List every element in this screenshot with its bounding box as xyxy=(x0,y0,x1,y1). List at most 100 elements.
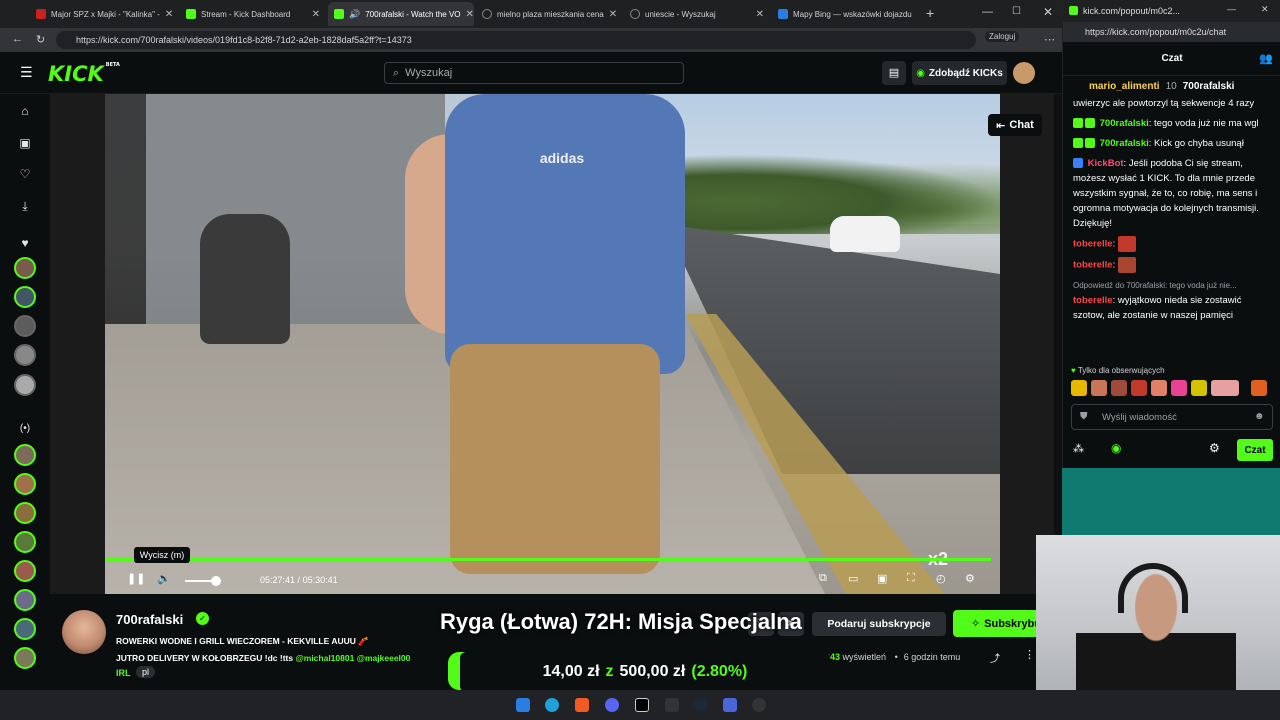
category-tag[interactable]: IRL xyxy=(116,668,131,678)
tab-dashboard[interactable]: Stream - Kick Dashboard ✕ xyxy=(180,2,326,26)
channel-avatar[interactable] xyxy=(14,344,36,366)
channel-avatar[interactable] xyxy=(14,315,36,337)
progress-bar[interactable] xyxy=(105,558,992,561)
library-icon[interactable]: ▤ xyxy=(882,61,906,85)
close-icon[interactable]: ✕ xyxy=(312,9,320,20)
chat-message-input[interactable]: ⛊ Wyślij wiadomość ☻ xyxy=(1071,404,1273,430)
emote-icon[interactable] xyxy=(1191,380,1207,396)
minimize-button[interactable]: — xyxy=(1227,4,1236,14)
top-gifter-1[interactable]: mario_alimenti xyxy=(1089,81,1160,92)
refresh-icon[interactable]: ↻ xyxy=(36,33,45,46)
clip-icon[interactable]: ⧉ xyxy=(819,572,827,585)
emote-icon[interactable] xyxy=(1091,380,1107,396)
chat-username[interactable]: toberelle xyxy=(1073,239,1113,250)
settings-gear-icon[interactable]: ⚙ xyxy=(965,572,975,585)
close-icon[interactable]: ✕ xyxy=(756,9,764,20)
app-icon[interactable] xyxy=(723,698,737,712)
login-button[interactable]: Zaloguj xyxy=(985,31,1020,42)
close-icon[interactable]: ✕ xyxy=(165,9,173,20)
kick-coin-icon[interactable]: ◉ xyxy=(1111,441,1121,455)
volume-knob[interactable] xyxy=(210,576,221,586)
emote-icon[interactable] xyxy=(1151,380,1167,396)
following-icon[interactable]: ♡ xyxy=(16,165,34,183)
new-tab-button[interactable]: + xyxy=(926,5,934,21)
download-icon[interactable]: ⤓ xyxy=(16,197,34,215)
emote-icon[interactable] xyxy=(1131,380,1147,396)
url-field[interactable]: https://kick.com/700rafalski/videos/019f… xyxy=(56,31,976,49)
channel-avatar[interactable] xyxy=(14,589,36,611)
window-close-button[interactable]: ✕ xyxy=(1043,5,1053,19)
brave-icon[interactable] xyxy=(575,698,589,712)
app-icon[interactable] xyxy=(752,698,766,712)
channel-avatar[interactable] xyxy=(14,374,36,396)
live-icon[interactable]: (•) xyxy=(16,420,34,438)
tab-search-uniescie[interactable]: uniescie - Wyszukaj ✕ xyxy=(624,2,770,26)
minimize-button[interactable]: — xyxy=(982,6,993,18)
top-gifter-2[interactable]: 700rafalski xyxy=(1183,81,1235,92)
tab-youtube[interactable]: Major SPZ x Majki - "Kalinka" - ✕ xyxy=(30,2,176,26)
emoji-icon[interactable]: ☻ xyxy=(1254,411,1265,422)
kick-logo[interactable]: KICK BETA xyxy=(48,62,120,86)
channel-avatar[interactable] xyxy=(14,286,36,308)
chat-username[interactable]: KickBot xyxy=(1088,158,1124,169)
settings-gear-icon[interactable]: ⚙ xyxy=(1209,441,1220,455)
obs-icon[interactable] xyxy=(635,698,649,712)
emote-icon[interactable] xyxy=(1251,380,1267,396)
volume-icon[interactable]: 🔈 xyxy=(157,572,171,585)
chat-username[interactable]: 700rafalski xyxy=(1100,118,1149,129)
language-tag[interactable]: pl xyxy=(136,666,156,678)
fullscreen-icon[interactable]: ⛶ xyxy=(907,572,915,585)
channel-avatar[interactable] xyxy=(14,647,36,669)
back-icon[interactable]: ← xyxy=(12,33,23,45)
channel-avatar[interactable] xyxy=(14,531,36,553)
channel-avatar[interactable] xyxy=(14,473,36,495)
maximize-button[interactable]: ☐ xyxy=(1012,6,1021,17)
tab-bing-maps[interactable]: Mapy Bing — wskazówki dojazdu ✕ xyxy=(772,2,918,26)
gift-subs-button[interactable]: Podaruj subskrypcje xyxy=(812,612,946,636)
get-kicks-button[interactable]: ◉ Zdobądź KICKs xyxy=(912,61,1007,85)
close-icon[interactable]: ✕ xyxy=(609,9,617,20)
channel-avatar[interactable] xyxy=(14,618,36,640)
browse-icon[interactable]: ▣ xyxy=(16,134,34,152)
kicks-icon[interactable]: ⁂ xyxy=(1073,442,1084,455)
emote-icon[interactable] xyxy=(1211,380,1239,396)
chat-toggle-button[interactable]: ⇤ Chat xyxy=(988,114,1042,136)
speaker-icon[interactable]: 🔊 xyxy=(349,9,360,20)
window-close-button[interactable]: ✕ xyxy=(1261,4,1269,15)
chat-url-bar[interactable]: https://kick.com/popout/m0c2u/chat xyxy=(1063,22,1280,42)
heart-icon[interactable]: ♥ xyxy=(16,234,34,252)
chat-username[interactable]: toberelle xyxy=(1073,260,1113,271)
edge-icon[interactable] xyxy=(545,698,559,712)
user-avatar[interactable] xyxy=(1013,62,1035,84)
home-icon[interactable]: ⌂ xyxy=(16,102,34,120)
discord-icon[interactable] xyxy=(605,698,619,712)
theater-mode-icon[interactable]: ▭ xyxy=(848,572,858,585)
playback-speed-icon[interactable]: ◴ xyxy=(936,572,946,585)
steam-icon[interactable] xyxy=(694,698,708,712)
mini-player-icon[interactable]: ▣ xyxy=(877,572,887,585)
epic-games-icon[interactable] xyxy=(665,698,679,712)
chat-username[interactable]: 700rafalski xyxy=(1100,138,1149,149)
streamer-avatar[interactable] xyxy=(62,610,106,654)
emote-icon[interactable] xyxy=(1071,380,1087,396)
tab-watch[interactable]: 🔊 700rafalski - Watch the VO ✕ xyxy=(328,2,474,26)
emote-icon[interactable] xyxy=(1171,380,1187,396)
tab-search-mielno[interactable]: mielno plaza mieszkania cena ✕ xyxy=(476,2,622,26)
send-chat-button[interactable]: Czat xyxy=(1237,439,1273,461)
channel-avatar[interactable] xyxy=(14,502,36,524)
more-options-icon[interactable]: ⋮ xyxy=(1024,648,1035,661)
channel-avatar[interactable] xyxy=(14,257,36,279)
streamer-name[interactable]: 700rafalski xyxy=(116,612,183,627)
chat-username[interactable]: toberelle xyxy=(1073,295,1113,306)
menu-dots-icon[interactable]: ⋯ xyxy=(1044,33,1055,46)
channel-avatar[interactable] xyxy=(14,560,36,582)
users-icon[interactable]: 👥 xyxy=(1259,42,1273,76)
windows-start-icon[interactable] xyxy=(516,698,530,712)
channel-avatar[interactable] xyxy=(14,444,36,466)
hamburger-icon[interactable]: ☰ xyxy=(20,64,33,81)
search-input[interactable]: ⌕ Wyszukaj xyxy=(384,62,684,84)
video-player[interactable]: adidas ⇤ Chat x2 Wycisz (m) ❚❚ 🔈 05:27:4… xyxy=(50,94,1054,594)
share-icon[interactable]: ⤴ xyxy=(990,650,1000,665)
close-icon[interactable]: ✕ xyxy=(466,9,474,20)
emote-icon[interactable] xyxy=(1111,380,1127,396)
